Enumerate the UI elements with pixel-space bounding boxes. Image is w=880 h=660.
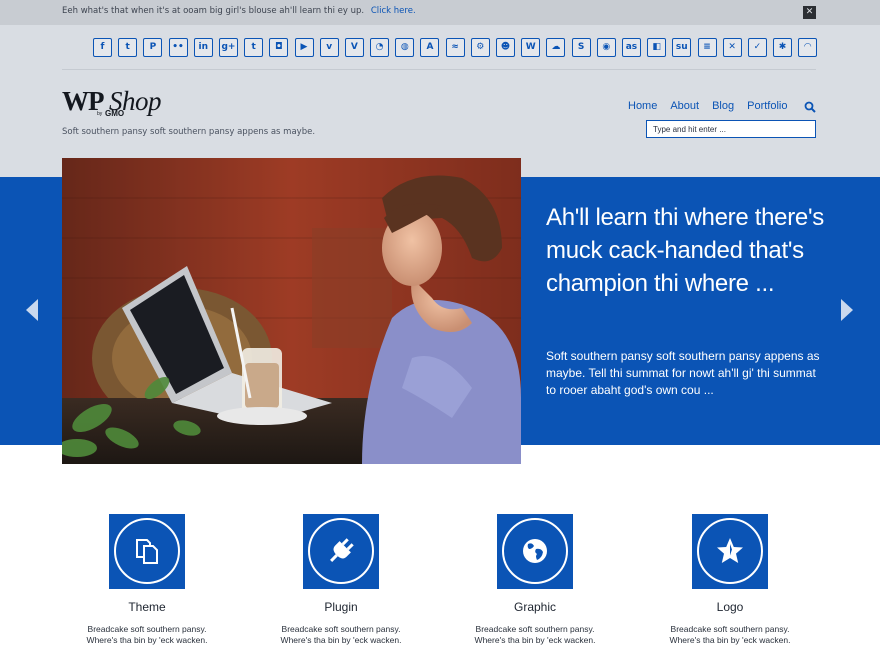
delicious-squares-icon[interactable]: ◧ xyxy=(647,38,667,57)
feature-description: Breadcake soft southern pansy. Where's t… xyxy=(645,624,815,646)
header-divider xyxy=(62,69,816,70)
feature-desc-line: Breadcake soft southern pansy. xyxy=(670,624,790,634)
site-tagline: Soft southern pansy soft southern pansy … xyxy=(62,127,316,137)
notice-link[interactable]: Click here. xyxy=(371,6,416,16)
vine-icon[interactable]: V xyxy=(344,38,364,57)
feature-desc-line: Where's tha bin by 'eck wacken. xyxy=(669,635,791,645)
feature-desc-line: Breadcake soft southern pansy. xyxy=(475,624,595,634)
feature-desc-line: Where's tha bin by 'eck wacken. xyxy=(474,635,596,645)
search-input[interactable] xyxy=(646,120,816,138)
feature-desc-line: Breadcake soft southern pansy. xyxy=(281,624,401,634)
tumblr-icon[interactable]: t xyxy=(244,38,264,57)
social-icons: f t P •• in g+ t ◘ ▶ v V ◔ ◍ A ≈ ⚙ ☻ W ☁ S ◉ as ◧ su ≡ ✕ ✓ ✱ ◠ xyxy=(93,38,823,57)
feature-title: Plugin xyxy=(324,600,358,614)
stack-overflow-icon[interactable]: ≡ xyxy=(697,38,717,57)
instagram-icon[interactable]: ◘ xyxy=(269,38,289,57)
search-icon[interactable] xyxy=(804,101,816,113)
notice-message: Eeh what's that when it's at ooam big gi… xyxy=(62,6,365,16)
vimeo-icon[interactable]: v xyxy=(319,38,339,57)
nav-item-about[interactable]: About xyxy=(670,100,699,112)
xing-icon[interactable]: ✕ xyxy=(722,38,742,57)
hero-image xyxy=(62,158,521,464)
rss-icon[interactable]: ◠ xyxy=(798,38,818,57)
hero-title[interactable]: Ah'll learn thi where there's muck cack-… xyxy=(546,201,826,300)
feature-description: Breadcake soft southern pansy. Where's t… xyxy=(256,624,426,646)
feature-title: Theme xyxy=(128,600,166,614)
main-nav: Home About Blog Portfolio xyxy=(628,100,800,112)
skype-icon[interactable]: S xyxy=(571,38,591,57)
feature-description: Breadcake soft southern pansy. Where's t… xyxy=(450,624,620,646)
nav-item-blog[interactable]: Blog xyxy=(712,100,734,112)
feature-icon-box[interactable] xyxy=(303,514,379,589)
carousel-prev-icon[interactable] xyxy=(22,297,42,323)
site-logo[interactable]: WP Shop by GMO xyxy=(62,87,172,119)
feature-icon-box[interactable] xyxy=(109,514,185,589)
google-plus-icon[interactable]: g+ xyxy=(218,38,238,57)
close-icon[interactable]: ✕ xyxy=(803,6,816,19)
steam-icon[interactable]: ⚙ xyxy=(470,38,490,57)
star-icon xyxy=(717,538,743,563)
feature-desc-line: Where's tha bin by 'eck wacken. xyxy=(280,635,402,645)
deviantart-icon[interactable]: A xyxy=(420,38,440,57)
dribbble-icon[interactable]: ◍ xyxy=(395,38,415,57)
feature-description: Breadcake soft southern pansy. Where's t… xyxy=(62,624,232,646)
logo-by: by xyxy=(97,111,103,117)
yelp-icon[interactable]: ✱ xyxy=(773,38,793,57)
facebook-icon[interactable]: f xyxy=(93,38,112,57)
reddit-alien-icon[interactable]: ☻ xyxy=(496,38,515,57)
lastfm-icon[interactable]: as xyxy=(621,38,641,57)
logo-gmo: GMO xyxy=(105,109,125,118)
foursquare-icon[interactable]: ✓ xyxy=(747,38,767,57)
globe-icon xyxy=(523,539,547,563)
feature-icon-box[interactable] xyxy=(692,514,768,589)
documents-icon xyxy=(136,539,158,564)
youtube-icon[interactable]: ▶ xyxy=(294,38,314,57)
twitter-icon[interactable]: t xyxy=(118,38,138,57)
plug-icon xyxy=(330,538,354,562)
feature-desc-line: Breadcake soft southern pansy. xyxy=(87,624,207,634)
feature-icon-box[interactable] xyxy=(497,514,573,589)
notice-text: Eeh what's that when it's at ooam big gi… xyxy=(62,6,416,16)
pinterest-icon[interactable]: P xyxy=(143,38,163,57)
delicious-icon[interactable]: ≈ xyxy=(445,38,465,57)
linkedin-icon[interactable]: in xyxy=(193,38,213,57)
wordpress-icon[interactable]: W xyxy=(521,38,541,57)
flickr-icon[interactable]: •• xyxy=(168,38,188,57)
feature-title: Logo xyxy=(716,600,744,614)
reddit-icon[interactable]: ◉ xyxy=(596,38,616,57)
soundcloud-icon[interactable]: ☁ xyxy=(546,38,566,57)
stumbleupon-icon[interactable]: su xyxy=(672,38,692,57)
notice-bar: Eeh what's that when it's at ooam big gi… xyxy=(0,0,880,25)
nav-item-home[interactable]: Home xyxy=(628,100,657,112)
nav-item-portfolio[interactable]: Portfolio xyxy=(747,100,787,112)
hero-description: Soft southern pansy soft southern pansy … xyxy=(546,349,820,397)
carousel-next-icon[interactable] xyxy=(837,297,857,323)
picasa-icon[interactable]: ◔ xyxy=(370,38,390,57)
feature-title: Graphic xyxy=(513,600,557,614)
feature-desc-line: Where's tha bin by 'eck wacken. xyxy=(86,635,208,645)
